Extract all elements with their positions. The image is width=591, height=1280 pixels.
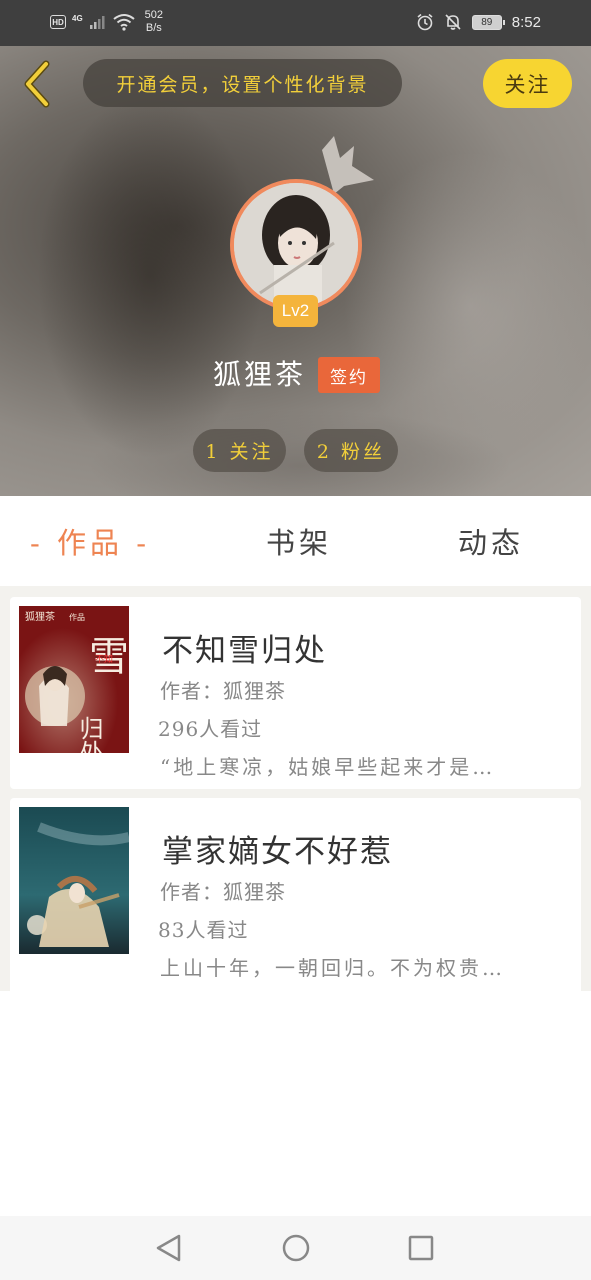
book-author: 作者：狐狸茶	[160, 679, 286, 703]
book-author: 作者：狐狸茶	[160, 880, 286, 904]
fans-count[interactable]: 2 粉丝	[304, 429, 398, 472]
cover-small-text: 不知	[95, 653, 113, 665]
avatar-image	[234, 183, 358, 307]
alarm-icon	[417, 13, 433, 31]
book-description: 上山十年，一朝回归。不为权贵…	[160, 956, 505, 980]
speed-value: 502	[144, 9, 164, 21]
book-cover	[19, 807, 129, 954]
list-item[interactable]: 掌家嫡女不好惹 作者：狐狸茶 83人看过 上山十年，一朝回归。不为权贵…	[10, 798, 581, 991]
clock: 8:52	[511, 13, 541, 31]
book-cover-image: 狐狸茶 作品 雪 不知 归处	[19, 606, 129, 753]
tab-bookshelf[interactable]: 书架	[266, 520, 332, 562]
tab-works[interactable]: - 作品 -	[30, 520, 150, 562]
book-views: 83人看过	[158, 918, 249, 942]
cover-tag: 作品	[69, 612, 85, 622]
hd-icon: HD	[50, 15, 66, 29]
network-speed: 502 B/s	[145, 9, 163, 35]
book-title: 掌家嫡女不好惹	[162, 834, 393, 870]
signal-icon	[89, 16, 105, 29]
tab-activity[interactable]: 动态	[458, 520, 524, 562]
works-list: 狐狸茶 作品 雪 不知 归处 不知雪归处 作者：狐狸茶 296人看过 “地上寒凉…	[0, 586, 591, 991]
book-cover-image	[19, 807, 129, 954]
status-left: HD 4G 502 B/s	[50, 9, 163, 35]
list-item[interactable]: 狐狸茶 作品 雪 不知 归处 不知雪归处 作者：狐狸茶 296人看过 “地上寒凉…	[10, 597, 581, 789]
cover-author: 狐狸茶	[25, 610, 55, 623]
speed-unit: B/s	[145, 22, 162, 34]
avatar[interactable]	[230, 179, 362, 311]
profile-header: 开通会员，设置个性化背景 关注 Lv2 狐狸茶 签约 1 关注 2 粉丝	[0, 46, 591, 496]
profile-tabs: - 作品 - 书架 动态	[0, 496, 591, 586]
battery-icon: 89	[471, 14, 505, 30]
member-background-banner[interactable]: 开通会员，设置个性化背景	[83, 59, 402, 107]
follow-button[interactable]: 关注	[483, 59, 572, 108]
level-badge: Lv2	[273, 295, 318, 327]
nav-back-icon[interactable]	[153, 1232, 185, 1264]
network-type: 4G	[72, 13, 83, 23]
signed-badge: 签约	[318, 357, 380, 393]
user-name: 狐狸茶	[213, 358, 307, 391]
status-right: 89 8:52	[416, 13, 541, 31]
mute-bell-icon	[445, 14, 461, 30]
status-bar: HD 4G 502 B/s 89 8:52	[0, 0, 591, 46]
book-cover: 狐狸茶 作品 雪 不知 归处	[19, 606, 129, 753]
cover-big-text: 归处	[75, 716, 103, 753]
following-count[interactable]: 1 关注	[193, 429, 286, 472]
back-chevron-icon	[24, 60, 50, 108]
system-nav-bar	[0, 1216, 591, 1280]
nav-recent-icon[interactable]	[405, 1232, 437, 1264]
book-views: 296人看过	[158, 717, 263, 741]
wifi-icon	[113, 14, 135, 31]
nav-home-icon[interactable]	[280, 1232, 312, 1264]
back-button[interactable]	[18, 60, 58, 108]
book-title: 不知雪归处	[162, 633, 327, 669]
book-description: “地上寒凉，姑娘早些起来才是…	[160, 755, 496, 779]
